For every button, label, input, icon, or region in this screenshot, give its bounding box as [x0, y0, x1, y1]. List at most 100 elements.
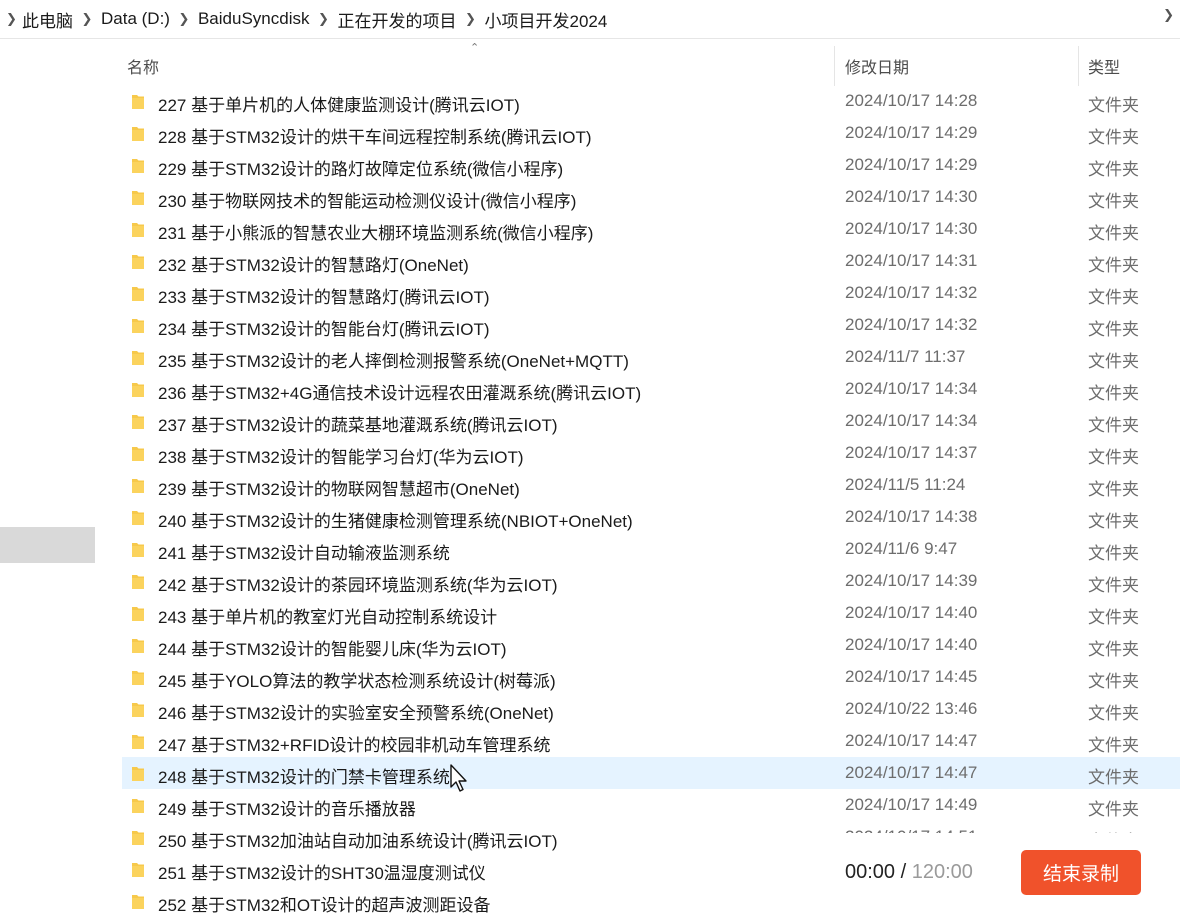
- file-row[interactable]: 234 基于STM32设计的智能台灯(腾讯云IOT) 2024/10/17 14:…: [122, 309, 1180, 341]
- chevron-right-icon[interactable]: ❯: [1163, 7, 1174, 23]
- file-name: 242 基于STM32设计的茶园环境监测系统(华为云IOT): [158, 576, 558, 595]
- file-name: 229 基于STM32设计的路灯故障定位系统(微信小程序): [158, 160, 564, 179]
- file-date-modified: 2024/10/17 14:30: [845, 187, 978, 206]
- folder-icon: [132, 415, 144, 429]
- file-row[interactable]: 242 基于STM32设计的茶园环境监测系统(华为云IOT) 2024/10/17…: [122, 565, 1180, 597]
- file-date-modified: 2024/10/17 14:32: [845, 315, 978, 334]
- file-row[interactable]: 244 基于STM32设计的智能婴儿床(华为云IOT) 2024/10/17 14…: [122, 629, 1180, 661]
- file-date-modified: 2024/10/17 14:47: [845, 731, 978, 750]
- stop-recording-button[interactable]: 结束录制: [1021, 850, 1141, 895]
- column-divider[interactable]: [834, 46, 835, 86]
- file-type: 文件夹: [1088, 448, 1139, 467]
- breadcrumb-small-projects-2024[interactable]: 小项目开发2024: [484, 7, 607, 32]
- file-type: 文件夹: [1088, 96, 1139, 115]
- file-row[interactable]: 233 基于STM32设计的智慧路灯(腾讯云IOT) 2024/10/17 14:…: [122, 277, 1180, 309]
- file-row[interactable]: 238 基于STM32设计的智能学习台灯(华为云IOT) 2024/10/17 1…: [122, 437, 1180, 469]
- column-header-type-label: 类型: [1088, 60, 1121, 77]
- file-date-modified: 2024/11/6 9:47: [845, 539, 958, 558]
- file-type: 文件夹: [1088, 160, 1139, 179]
- column-divider[interactable]: [1078, 46, 1079, 86]
- folder-icon: [132, 95, 144, 109]
- column-header-date[interactable]: 修改日期: [845, 46, 1075, 86]
- file-row[interactable]: 229 基于STM32设计的路灯故障定位系统(微信小程序) 2024/10/17 …: [122, 149, 1180, 181]
- file-row[interactable]: 240 基于STM32设计的生猪健康检测管理系统(NBIOT+OneNet) 20…: [122, 501, 1180, 533]
- file-row[interactable]: 246 基于STM32设计的实验室安全预警系统(OneNet) 2024/10/2…: [122, 693, 1180, 725]
- file-row[interactable]: 231 基于小熊派的智慧农业大棚环境监测系统(微信小程序) 2024/10/17 …: [122, 213, 1180, 245]
- folder-icon: [132, 447, 144, 461]
- chevron-right-icon[interactable]: ❯: [309, 11, 337, 27]
- file-date-modified: 2024/10/17 14:39: [845, 571, 978, 590]
- file-row[interactable]: 228 基于STM32设计的烘干车间远程控制系统(腾讯云IOT) 2024/10/…: [122, 117, 1180, 149]
- chevron-right-icon[interactable]: ❯: [456, 11, 484, 27]
- file-name: 231 基于小熊派的智慧农业大棚环境监测系统(微信小程序): [158, 224, 594, 243]
- folder-icon: [132, 383, 144, 397]
- folder-icon: [132, 159, 144, 173]
- folder-icon: [132, 223, 144, 237]
- breadcrumb-drive-d[interactable]: Data (D:): [101, 9, 170, 29]
- folder-icon: [132, 671, 144, 685]
- file-type: 文件夹: [1088, 224, 1139, 243]
- file-type: 文件夹: [1088, 256, 1139, 275]
- file-row[interactable]: 232 基于STM32设计的智慧路灯(OneNet) 2024/10/17 14:…: [122, 245, 1180, 277]
- folder-icon: [132, 127, 144, 141]
- file-list[interactable]: 227 基于单片机的人体健康监测设计(腾讯云IOT) 2024/10/17 14:…: [0, 86, 1180, 918]
- file-type: 文件夹: [1088, 704, 1139, 723]
- file-row[interactable]: 230 基于物联网技术的智能运动检测仪设计(微信小程序) 2024/10/17 1…: [122, 181, 1180, 213]
- file-date-modified: 2024/10/17 14:45: [845, 667, 978, 686]
- file-row[interactable]: 237 基于STM32设计的蔬菜基地灌溉系统(腾讯云IOT) 2024/10/17…: [122, 405, 1180, 437]
- file-row[interactable]: 239 基于STM32设计的物联网智慧超市(OneNet) 2024/11/5 1…: [122, 469, 1180, 501]
- file-date-modified: 2024/10/17 14:29: [845, 123, 978, 142]
- file-name: 243 基于单片机的教室灯光自动控制系统设计: [158, 608, 498, 627]
- file-name: 247 基于STM32+RFID设计的校园非机动车管理系统: [158, 736, 551, 755]
- file-name: 249 基于STM32设计的音乐播放器: [158, 800, 416, 819]
- file-name: 228 基于STM32设计的烘干车间远程控制系统(腾讯云IOT): [158, 128, 592, 147]
- file-type: 文件夹: [1088, 768, 1139, 787]
- file-date-modified: 2024/11/5 11:24: [845, 475, 966, 494]
- file-type: 文件夹: [1088, 288, 1139, 307]
- recording-total: 120:00: [911, 861, 973, 883]
- breadcrumb-projects-in-dev[interactable]: 正在开发的项目: [337, 7, 456, 32]
- file-name: 233 基于STM32设计的智慧路灯(腾讯云IOT): [158, 288, 490, 307]
- file-row[interactable]: 245 基于YOLO算法的教学状态检测系统设计(树莓派) 2024/10/17 1…: [122, 661, 1180, 693]
- file-row[interactable]: 247 基于STM32+RFID设计的校园非机动车管理系统 2024/10/17 …: [122, 725, 1180, 757]
- recording-timer: 00:00 / 120:00: [845, 861, 973, 884]
- file-row[interactable]: 243 基于单片机的教室灯光自动控制系统设计 2024/10/17 14:40 文件…: [122, 597, 1180, 629]
- file-name: 232 基于STM32设计的智慧路灯(OneNet): [158, 256, 469, 275]
- address-bar[interactable]: ❯ 此电脑 ❯ Data (D:) ❯ BaiduSyncdisk ❯ 正在开发…: [0, 0, 1180, 39]
- breadcrumb-this-pc[interactable]: 此电脑: [22, 7, 73, 32]
- file-row[interactable]: 227 基于单片机的人体健康监测设计(腾讯云IOT) 2024/10/17 14:…: [122, 86, 1180, 117]
- file-date-modified: 2024/10/22 13:46: [845, 699, 978, 718]
- file-row[interactable]: 249 基于STM32设计的音乐播放器 2024/10/17 14:49 文件夹: [122, 789, 1180, 821]
- recording-panel: 00:00 / 120:00 结束录制: [830, 833, 1180, 918]
- file-name: 246 基于STM32设计的实验室安全预警系统(OneNet): [158, 704, 554, 723]
- file-name: 234 基于STM32设计的智能台灯(腾讯云IOT): [158, 320, 490, 339]
- file-row[interactable]: 241 基于STM32设计自动输液监测系统 2024/11/6 9:47 文件夹: [122, 533, 1180, 565]
- chevron-right-icon[interactable]: ❯: [73, 11, 101, 27]
- chevron-right-icon[interactable]: ❯: [0, 11, 22, 27]
- file-date-modified: 2024/10/17 14:30: [845, 219, 978, 238]
- folder-icon: [132, 191, 144, 205]
- folder-icon: [132, 255, 144, 269]
- file-row[interactable]: 236 基于STM32+4G通信技术设计远程农田灌溉系统(腾讯云IOT) 2024…: [122, 373, 1180, 405]
- file-date-modified: 2024/10/17 14:40: [845, 635, 978, 654]
- folder-icon: [132, 799, 144, 813]
- file-name: 227 基于单片机的人体健康监测设计(腾讯云IOT): [158, 96, 520, 115]
- chevron-right-icon[interactable]: ❯: [170, 11, 198, 27]
- column-header-name[interactable]: 名称: [127, 46, 832, 86]
- file-name: 230 基于物联网技术的智能运动检测仪设计(微信小程序): [158, 192, 577, 211]
- folder-icon: [132, 639, 144, 653]
- folder-icon: [132, 607, 144, 621]
- file-name: 251 基于STM32设计的SHT30温湿度测试仪: [158, 864, 486, 883]
- breadcrumb-baidusyncdisk[interactable]: BaiduSyncdisk: [198, 9, 310, 29]
- file-row[interactable]: 248 基于STM32设计的门禁卡管理系统 2024/10/17 14:47 文件夹: [122, 757, 1180, 789]
- file-name: 250 基于STM32加油站自动加油系统设计(腾讯云IOT): [158, 832, 558, 851]
- folder-icon: [132, 543, 144, 557]
- folder-icon: [132, 351, 144, 365]
- column-header-type[interactable]: 类型: [1088, 46, 1178, 86]
- file-type: 文件夹: [1088, 384, 1139, 403]
- file-type: 文件夹: [1088, 320, 1139, 339]
- file-date-modified: 2024/10/17 14:49: [845, 795, 978, 814]
- file-date-modified: 2024/10/17 14:34: [845, 411, 978, 430]
- file-row[interactable]: 235 基于STM32设计的老人摔倒检测报警系统(OneNet+MQTT) 202…: [122, 341, 1180, 373]
- file-name: 248 基于STM32设计的门禁卡管理系统: [158, 768, 450, 787]
